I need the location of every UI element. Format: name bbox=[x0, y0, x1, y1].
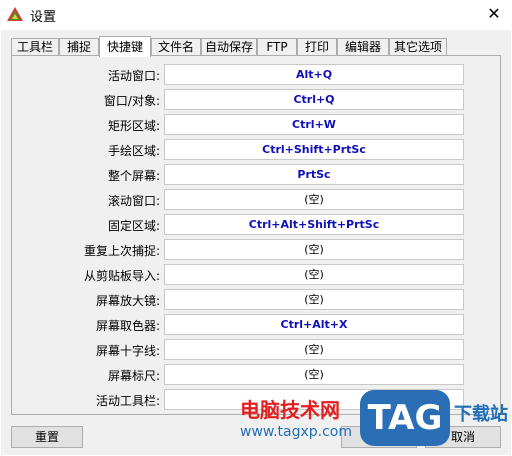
shortcut-field[interactable]: (空) bbox=[164, 364, 464, 385]
shortcut-label: 重复上次捕捉: bbox=[83, 244, 160, 258]
watermark-side-text: 下载站 bbox=[454, 404, 508, 425]
tab-label: 自动保存 bbox=[204, 40, 253, 54]
tab-label: 编辑器 bbox=[344, 40, 381, 54]
tab-label: 捕捉 bbox=[66, 40, 91, 54]
shortcut-field[interactable]: (空) bbox=[164, 264, 464, 285]
shortcut-label: 屏幕十字线: bbox=[95, 344, 160, 358]
shortcut-label: 屏幕标尺: bbox=[107, 369, 160, 383]
shortcut-label: 屏幕放大镜: bbox=[95, 294, 160, 308]
shortcut-row: 固定区域: Ctrl+Alt+Shift+PrtSc bbox=[12, 214, 502, 236]
shortcut-row: 屏幕十字线: (空) bbox=[12, 339, 502, 361]
shortcut-row: 整个屏幕: PrtSc bbox=[12, 164, 502, 186]
shortcut-row: 屏幕标尺: (空) bbox=[12, 364, 502, 386]
shortcut-label: 滚动窗口: bbox=[107, 194, 160, 208]
shortcut-label: 整个屏幕: bbox=[107, 169, 160, 183]
shortcut-row: 窗口/对象: Ctrl+Q bbox=[12, 89, 502, 111]
shortcut-row: 手绘区域: Ctrl+Shift+PrtSc bbox=[12, 139, 502, 161]
tab-toolbar[interactable]: 工具栏 bbox=[11, 38, 59, 55]
tab-capture[interactable]: 捕捉 bbox=[59, 38, 99, 55]
tab-strip: 工具栏 捕捉 快捷键 文件名 自动保存 FTP 打印 编辑器 其它选项 bbox=[11, 36, 501, 57]
window-title: 设置 bbox=[30, 10, 57, 25]
close-icon: ✕ bbox=[487, 4, 501, 23]
watermark-title: 电脑技术网 bbox=[240, 398, 340, 422]
shortcut-label: 从剪贴板导入: bbox=[83, 269, 160, 283]
tab-label: 打印 bbox=[304, 40, 329, 54]
watermark-url: www.tagxp.com bbox=[240, 424, 352, 440]
shortcut-label: 窗口/对象: bbox=[103, 94, 160, 108]
watermark-logo: TAG bbox=[360, 390, 450, 446]
shortcut-row: 滚动窗口: (空) bbox=[12, 189, 502, 211]
shortcut-field[interactable]: Alt+Q bbox=[164, 64, 464, 85]
shortcuts-panel: 活动窗口: Alt+Q 窗口/对象: Ctrl+Q 矩形区域: Ctrl+W 手… bbox=[11, 55, 501, 415]
tab-print[interactable]: 打印 bbox=[297, 38, 337, 55]
shortcut-row: 屏幕放大镜: (空) bbox=[12, 289, 502, 311]
shortcut-label: 矩形区域: bbox=[107, 119, 160, 133]
shortcut-label: 活动工具栏: bbox=[95, 394, 160, 408]
shortcut-row: 屏幕取色器: Ctrl+Alt+X bbox=[12, 314, 502, 336]
tab-other-options[interactable]: 其它选项 bbox=[389, 38, 447, 55]
shortcut-row: 从剪贴板导入: (空) bbox=[12, 264, 502, 286]
watermark: 电脑技术网 www.tagxp.com TAG 下载站 bbox=[232, 386, 512, 456]
shortcut-row: 活动窗口: Alt+Q bbox=[12, 64, 502, 86]
close-button[interactable]: ✕ bbox=[476, 0, 512, 28]
tab-editor[interactable]: 编辑器 bbox=[337, 38, 389, 55]
tab-filename[interactable]: 文件名 bbox=[151, 38, 201, 55]
shortcut-field[interactable]: Ctrl+Alt+X bbox=[164, 314, 464, 335]
shortcut-label: 屏幕取色器: bbox=[95, 319, 160, 333]
tab-ftp[interactable]: FTP bbox=[257, 38, 297, 55]
shortcut-label: 固定区域: bbox=[107, 219, 160, 233]
shortcut-field[interactable]: Ctrl+W bbox=[164, 114, 464, 135]
tab-shortcuts[interactable]: 快捷键 bbox=[99, 36, 151, 57]
shortcut-field[interactable]: Ctrl+Q bbox=[164, 89, 464, 110]
tab-label: 工具栏 bbox=[16, 40, 53, 54]
shortcut-field[interactable]: PrtSc bbox=[164, 164, 464, 185]
shortcut-field[interactable]: Ctrl+Shift+PrtSc bbox=[164, 139, 464, 160]
tab-label: 其它选项 bbox=[393, 40, 442, 54]
shortcut-field[interactable]: (空) bbox=[164, 289, 464, 310]
tab-label: FTP bbox=[266, 40, 288, 54]
shortcut-field[interactable]: (空) bbox=[164, 239, 464, 260]
shortcut-row: 重复上次捕捉: (空) bbox=[12, 239, 502, 261]
shortcut-label: 手绘区域: bbox=[107, 144, 160, 158]
tab-label: 文件名 bbox=[157, 40, 194, 54]
shortcut-field[interactable]: (空) bbox=[164, 189, 464, 210]
shortcut-row: 矩形区域: Ctrl+W bbox=[12, 114, 502, 136]
shortcut-field[interactable]: (空) bbox=[164, 339, 464, 360]
tab-autosave[interactable]: 自动保存 bbox=[201, 38, 257, 55]
tab-label: 快捷键 bbox=[106, 40, 143, 54]
app-icon bbox=[7, 7, 23, 21]
shortcut-field[interactable]: Ctrl+Alt+Shift+PrtSc bbox=[164, 214, 464, 235]
shortcut-label: 活动窗口: bbox=[107, 69, 160, 83]
reset-button[interactable]: 重置 bbox=[11, 426, 83, 448]
title-bar: 设置 ✕ bbox=[0, 0, 512, 30]
